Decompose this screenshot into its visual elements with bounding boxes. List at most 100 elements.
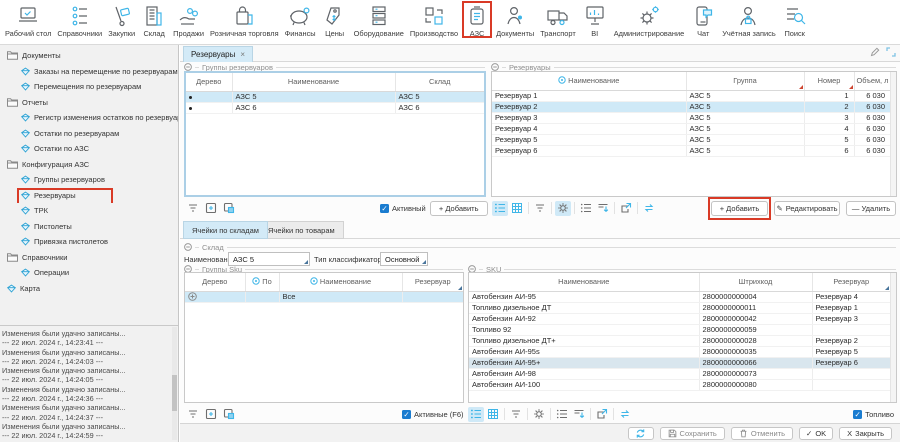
add-group-button[interactable]: + Добавить (430, 201, 488, 216)
filter-icon[interactable] (185, 201, 201, 216)
toolbar-item-bi[interactable]: BI (579, 2, 611, 39)
tree-item-reservoirs[interactable]: Резервуары (0, 188, 178, 204)
table-row[interactable]: Резервуар 2АЗС 526 030 (492, 101, 890, 112)
tree-item-pistols[interactable]: Пистолеты (0, 219, 178, 235)
table-row[interactable]: Топливо 922800000000059 (469, 324, 890, 335)
column-settings-icon[interactable] (595, 201, 611, 216)
refresh-icon[interactable] (641, 201, 657, 216)
save-button[interactable]: Сохранить (660, 427, 725, 440)
toolbar-item-purchases[interactable]: Закупки (105, 2, 138, 39)
table-row[interactable]: Автобензин АИ-95s2800000000035Резервуар … (469, 346, 890, 357)
table-scrollbar[interactable] (890, 273, 896, 402)
filter-icon[interactable] (185, 407, 201, 422)
add-subgroup-icon[interactable] (221, 201, 237, 216)
refresh-button[interactable] (628, 427, 654, 440)
toolbar-item-warehouse[interactable]: Склад (138, 2, 170, 39)
column-header-name[interactable]: Наименование (492, 72, 686, 90)
table-row[interactable]: Резервуар 3АЗС 536 030 (492, 112, 890, 123)
collapse-icon[interactable] (184, 63, 192, 71)
column-header-reservoir[interactable]: Резервуар (812, 273, 890, 291)
filter-icon[interactable] (532, 201, 548, 216)
toolbar-item-production[interactable]: Производство (407, 2, 461, 39)
toolbar-item-documents[interactable]: Документы (493, 2, 537, 39)
column-header-reservoir[interactable]: Резервуар (402, 273, 463, 291)
column-header-name[interactable]: Наименование (469, 273, 699, 291)
toolbar-item-finance[interactable]: Финансы (282, 2, 319, 39)
add-subgroup-icon[interactable] (221, 407, 237, 422)
tree-item-orders-movement[interactable]: Заказы на перемещение по резервуарам (0, 64, 178, 80)
add-group-icon[interactable] (203, 201, 219, 216)
fuel-checkbox[interactable]: ✓Топливо (853, 410, 894, 419)
toolbar-item-prices[interactable]: Цены (319, 2, 351, 39)
table-row[interactable]: Топливо дизельное ДТ2800000000011Резерву… (469, 302, 890, 313)
numbered-list-icon[interactable] (554, 407, 570, 422)
tab-reservoirs[interactable]: Резервуары × (183, 46, 253, 62)
table-row[interactable]: АЗС 6 АЗС 6 (186, 102, 484, 113)
toolbar-item-azs[interactable]: АЗС (461, 2, 493, 39)
view-grid-icon[interactable] (485, 407, 501, 422)
column-header-tree[interactable]: Дерево (185, 273, 245, 291)
tab-cells-by-goods[interactable]: Ячейки по товарам (259, 221, 344, 239)
add-reservoir-button[interactable]: + Добавить (711, 201, 768, 216)
toolbar-item-administration[interactable]: Администрирование (611, 2, 687, 39)
tree-folder-documents[interactable]: Документы (0, 48, 178, 64)
collapse-icon[interactable] (184, 243, 192, 251)
tree-item-movements[interactable]: Перемещения по резервуарам (0, 79, 178, 95)
add-group-icon[interactable] (203, 407, 219, 422)
column-header-by[interactable]: По (245, 273, 279, 291)
table-row[interactable]: АЗС 5 АЗС 5 (186, 91, 484, 102)
tree-item-reservoir-groups[interactable]: Группы резервуаров (0, 172, 178, 188)
edit-pencil-icon[interactable] (870, 47, 880, 57)
cancel-button[interactable]: Отменить (731, 427, 793, 440)
column-header-name[interactable]: Наименование (232, 73, 395, 91)
toolbar-item-retail[interactable]: Розничная торговля (207, 2, 282, 39)
toolbar-item-search[interactable]: Поиск (779, 2, 811, 39)
tab-cells-by-warehouse[interactable]: Ячейки по складам (183, 221, 268, 239)
log-scrollbar-thumb[interactable] (172, 375, 177, 411)
column-header-barcode[interactable]: Штрихкод (699, 273, 812, 291)
view-grid-icon[interactable] (509, 201, 525, 216)
table-row[interactable]: Автобензин АИ-922800000000042Резервуар 3 (469, 313, 890, 324)
table-row[interactable]: Резервуар 5АЗС 556 030 (492, 134, 890, 145)
collapse-icon[interactable] (491, 63, 499, 71)
view-list-icon[interactable] (492, 201, 508, 216)
expand-icon[interactable] (886, 47, 896, 57)
column-header-name[interactable]: Наименование (279, 273, 402, 291)
table-row[interactable]: Резервуар 6АЗС 566 030 (492, 145, 890, 156)
tree-item-pistol-binding[interactable]: Привязка пистолетов (0, 234, 178, 250)
tree-item-register-changes[interactable]: Регистр изменения остатков по резервуара… (0, 110, 178, 126)
column-header-volume[interactable]: Объем, л (854, 72, 890, 90)
toolbar-item-sales[interactable]: Продажи (170, 2, 207, 39)
tree-item-map[interactable]: Карта (0, 281, 178, 297)
tree-folder-reports[interactable]: Отчеты (0, 95, 178, 111)
active-f6-checkbox[interactable]: ✓Активные (F6) (402, 410, 464, 419)
tree-item-remains-reservoirs[interactable]: Остатки по резервуарам (0, 126, 178, 142)
tree-item-remains-azs[interactable]: Остатки по АЗС (0, 141, 178, 157)
toolbar-item-references[interactable]: Справочники (54, 2, 105, 39)
table-row[interactable]: Автобензин АИ-95+2800000000066Резервуар … (469, 357, 890, 368)
table-row[interactable]: Автобензин АИ-982800000000073 (469, 368, 890, 379)
column-header-number[interactable]: Номер (804, 72, 854, 90)
column-header-group[interactable]: Группа (686, 72, 804, 90)
view-list-icon[interactable] (468, 407, 484, 422)
tree-folder-references[interactable]: Справочники (0, 250, 178, 266)
tree-folder-azs-config[interactable]: Конфигурация АЗС (0, 157, 178, 173)
filter-icon[interactable] (508, 407, 524, 422)
column-header-warehouse[interactable]: Склад (395, 73, 484, 91)
delete-reservoir-button[interactable]: — Удалить (846, 201, 896, 216)
export-icon[interactable] (594, 407, 610, 422)
refresh-icon[interactable] (617, 407, 633, 422)
close-button[interactable]: XЗакрыть (839, 427, 892, 440)
edit-reservoir-button[interactable]: ✎Редактировать (774, 201, 840, 216)
table-row[interactable]: Автобензин АИ-952800000000004Резервуар 4 (469, 291, 890, 302)
toolbar-item-account[interactable]: Учётная запись (719, 2, 778, 39)
column-settings-icon[interactable] (571, 407, 587, 422)
active-checkbox[interactable]: ✓Активный (380, 204, 426, 213)
table-row[interactable]: Автобензин АИ-1002800000000080 (469, 379, 890, 390)
toolbar-item-transport[interactable]: Транспорт (537, 2, 579, 39)
table-row[interactable]: Резервуар 1АЗС 516 030 (492, 90, 890, 101)
tree-item-operations[interactable]: Операции (0, 265, 178, 281)
toolbar-item-chat[interactable]: Чат (687, 2, 719, 39)
column-header-tree[interactable]: Дерево (186, 73, 232, 91)
settings-gear-icon[interactable] (531, 407, 547, 422)
